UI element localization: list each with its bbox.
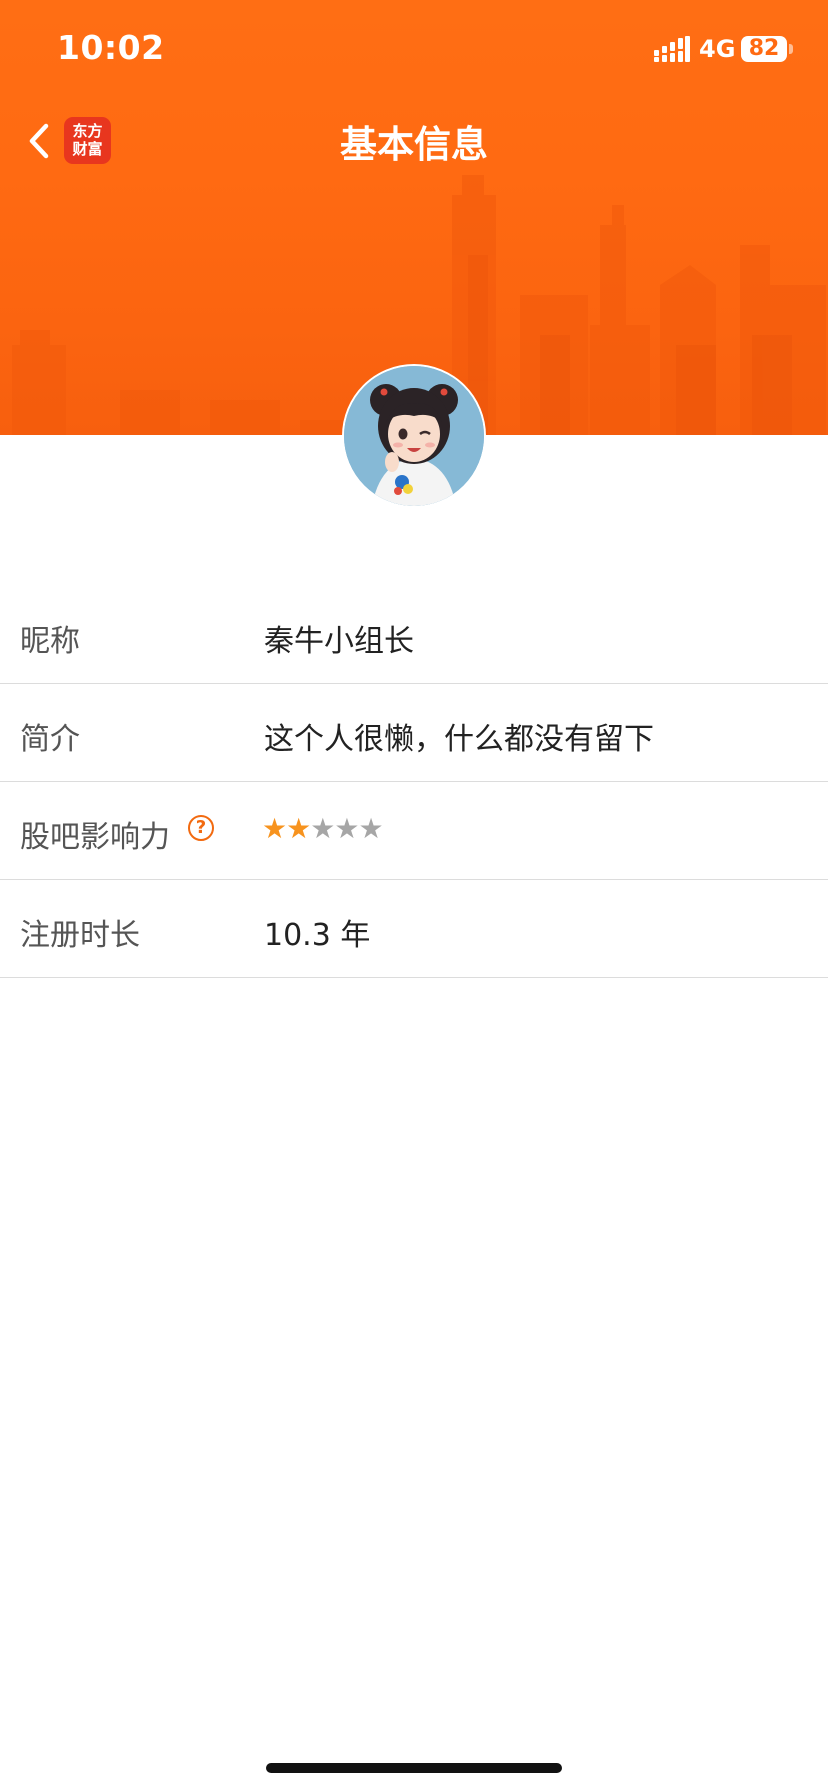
- avatar-illustration: [344, 366, 484, 506]
- star-filled-icon: ★: [262, 812, 287, 845]
- registration-duration-label: 注册时长: [20, 918, 140, 953]
- info-row-bio: 简介 这个人很懒，什么都没有留下: [0, 684, 828, 782]
- battery-cap: [789, 44, 793, 54]
- network-type-label: 4G: [699, 35, 736, 63]
- star-filled-icon: ★: [286, 812, 311, 845]
- nickname-value: 秦牛小组长: [264, 624, 414, 659]
- profile-info-list: 昵称 秦牛小组长 简介 这个人很懒，什么都没有留下 股吧影响力 ? ★★★★★ …: [0, 586, 828, 978]
- battery-indicator: 82: [741, 36, 787, 62]
- registration-duration-value: 10.3 年: [264, 918, 371, 953]
- avatar[interactable]: [344, 366, 484, 506]
- cellular-signal-icon: [654, 36, 690, 62]
- info-row-nickname: 昵称 秦牛小组长: [0, 586, 828, 684]
- profile-basic-info-screen: 10:02 4G 82 东方 财富 基本信息 昵称 秦牛小组长 简介 这个人很懒…: [0, 0, 828, 1792]
- star-empty-icon: ★: [334, 812, 359, 845]
- page-title: 基本信息: [340, 123, 488, 166]
- influence-star-rating: ★★★★★: [262, 812, 384, 845]
- star-empty-icon: ★: [358, 812, 383, 845]
- influence-label: 股吧影响力: [20, 820, 170, 855]
- status-bar: 10:02 4G 82: [0, 0, 828, 100]
- nickname-label: 昵称: [20, 624, 80, 659]
- status-time: 10:02: [57, 28, 165, 67]
- info-row-influence: 股吧影响力 ? ★★★★★: [0, 782, 828, 880]
- home-indicator[interactable]: [266, 1763, 562, 1773]
- info-row-registration: 注册时长 10.3 年: [0, 880, 828, 978]
- bio-value: 这个人很懒，什么都没有留下: [264, 722, 654, 757]
- star-empty-icon: ★: [310, 812, 335, 845]
- question-circle-icon[interactable]: ?: [188, 815, 214, 841]
- bio-label: 简介: [20, 722, 80, 757]
